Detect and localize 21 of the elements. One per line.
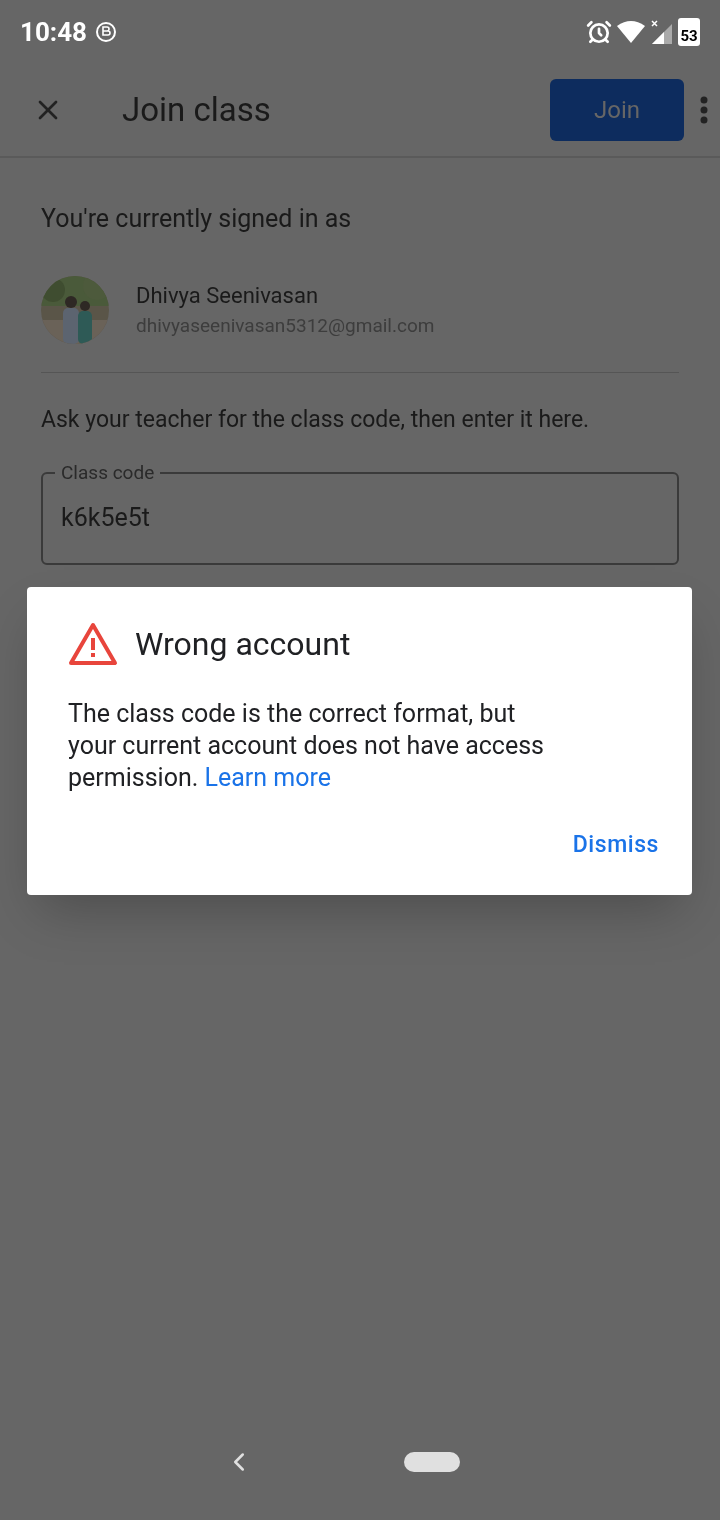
join-button[interactable]: Join [550, 79, 684, 141]
learn-more-link[interactable]: Learn more [204, 763, 331, 792]
instruction-text: Ask your teacher for the class code, then enter it here. [41, 404, 591, 435]
field-label: Class code [60, 461, 156, 485]
field-value: k6k5e5t [60, 502, 151, 534]
business-chat-icon [95, 21, 117, 43]
wifi-icon [616, 20, 646, 44]
signed-in-heading: You're currently signed in as [41, 203, 353, 235]
account-name: Dhivya Seenivasan [136, 281, 320, 310]
dismiss-button[interactable]: Dismiss [572, 828, 659, 863]
signal-icon [650, 19, 674, 45]
warning-icon [68, 622, 118, 666]
more-menu-button[interactable] [700, 96, 708, 124]
status-time: 10:48 [20, 15, 87, 49]
alarm-icon [586, 19, 612, 45]
toolbar-title: Join class [122, 89, 271, 132]
more-icon [700, 96, 708, 124]
battery-level: 53 [680, 29, 698, 44]
dialog-message: The class code is the correct format, but your current account does not have access permission. Learn more [68, 698, 545, 794]
home-nav-pill[interactable] [404, 1452, 460, 1472]
dialog-title: Wrong account [135, 624, 351, 665]
